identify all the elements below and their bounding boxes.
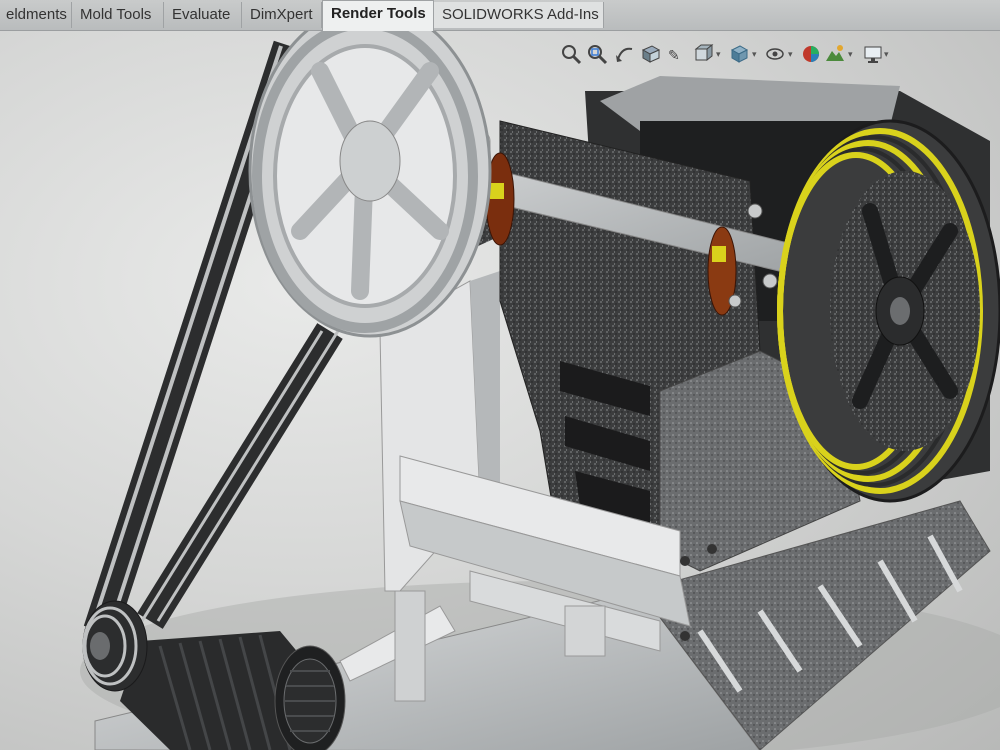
display-style-icon[interactable] [728, 43, 750, 65]
view-orientation-icon[interactable] [692, 43, 714, 65]
chevron-down-icon[interactable]: ▾ [884, 49, 892, 59]
tab-label: Render Tools [331, 5, 426, 22]
tab-label: Evaluate [172, 6, 231, 23]
zoom-to-area-icon[interactable] [586, 43, 608, 65]
chevron-down-icon[interactable]: ▾ [752, 49, 760, 59]
tab-weldments[interactable]: eldments [0, 2, 72, 28]
apply-scene-icon[interactable] [824, 43, 846, 65]
zoom-to-fit-icon[interactable] [560, 43, 582, 65]
electric-motor[interactable] [120, 631, 346, 750]
view-settings-icon[interactable] [862, 43, 884, 65]
command-manager-tabs: eldments Mold Tools Evaluate DimXpert Re… [0, 0, 1000, 31]
drive-flywheel-left[interactable] [248, 31, 492, 338]
tab-evaluate[interactable]: Evaluate [164, 2, 242, 28]
tab-mold-tools[interactable]: Mold Tools [72, 2, 164, 28]
edit-appearance-icon[interactable] [800, 43, 822, 65]
previous-view-icon[interactable] [614, 43, 636, 65]
jaw-crusher-model[interactable] [0, 31, 1000, 750]
graphics-area[interactable]: ✎ ▾ ▾ ▾ ▾ ▾ [0, 31, 1000, 750]
tab-label: SOLIDWORKS Add-Ins [442, 6, 599, 23]
flywheel-right[interactable] [777, 119, 1000, 503]
hide-show-items-icon[interactable] [764, 43, 786, 65]
tab-label: eldments [6, 6, 67, 23]
tab-dimxpert[interactable]: DimXpert [242, 2, 322, 28]
tab-render-tools[interactable]: Render Tools [322, 0, 434, 31]
svg-text:✎: ✎ [668, 48, 680, 64]
dynamic-annotation-icon[interactable]: ✎ [666, 43, 688, 65]
motor-pulley[interactable] [82, 600, 148, 692]
chevron-down-icon[interactable]: ▾ [848, 49, 856, 59]
heads-up-view-toolbar: ✎ ▾ ▾ ▾ ▾ ▾ [560, 43, 890, 67]
chevron-down-icon[interactable]: ▾ [716, 49, 724, 59]
tab-solidworks-add-ins[interactable]: SOLIDWORKS Add-Ins [434, 2, 604, 28]
section-view-icon[interactable] [640, 43, 662, 65]
tab-label: Mold Tools [80, 6, 152, 23]
tab-label: DimXpert [250, 6, 313, 23]
chevron-down-icon[interactable]: ▾ [788, 49, 796, 59]
